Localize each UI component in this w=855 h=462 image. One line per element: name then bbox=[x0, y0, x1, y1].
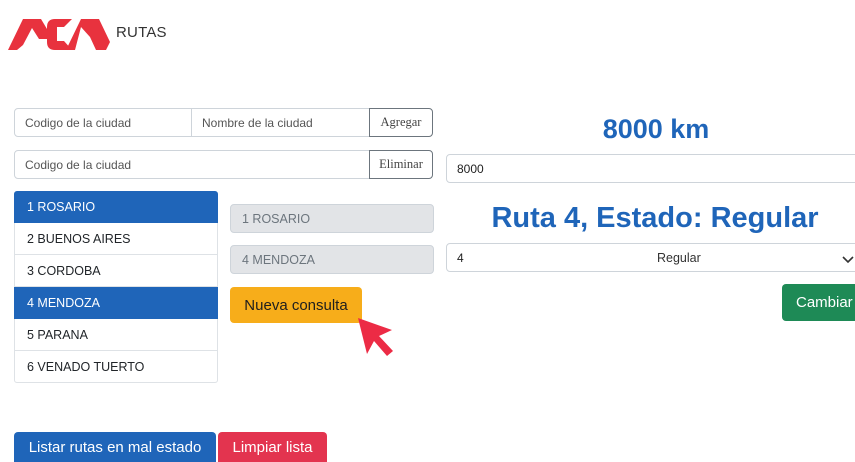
city-name-input[interactable]: Nombre de la ciudad bbox=[192, 108, 370, 137]
change-status-button[interactable]: Cambiar bbox=[782, 284, 855, 321]
chevron-down-icon bbox=[842, 252, 854, 264]
remove-city-button[interactable]: Eliminar bbox=[369, 150, 433, 179]
aca-logo bbox=[6, 14, 110, 52]
clear-list-button[interactable]: Limpiar lista bbox=[218, 432, 327, 462]
list-item-cordoba[interactable]: 3 CORDOBA bbox=[14, 255, 218, 287]
distance-input[interactable]: 8000 bbox=[446, 154, 855, 183]
add-city-button[interactable]: Agregar bbox=[369, 108, 433, 137]
origin-city-field: 1 ROSARIO bbox=[230, 204, 434, 233]
list-item-buenos-aires[interactable]: 2 BUENOS AIRES bbox=[14, 223, 218, 255]
list-item-rosario[interactable]: 1 ROSARIO bbox=[14, 191, 218, 223]
city-name-placeholder: Nombre de la ciudad bbox=[202, 115, 313, 130]
destination-city-field: 4 MENDOZA bbox=[230, 245, 434, 274]
route-number-input[interactable]: 4 bbox=[446, 243, 648, 272]
list-bad-routes-button[interactable]: Listar rutas en mal estado bbox=[14, 432, 216, 462]
city-code-input[interactable]: Codigo de la ciudad bbox=[14, 108, 192, 137]
distance-heading: 8000 km bbox=[602, 114, 710, 144]
remove-city-code-input[interactable]: Codigo de la ciudad bbox=[14, 150, 370, 179]
page-title: RUTAS bbox=[116, 24, 167, 41]
route-status-select[interactable]: Regular bbox=[647, 243, 855, 272]
route-status-value: Regular bbox=[657, 250, 701, 265]
new-query-button[interactable]: Nueva consulta bbox=[230, 287, 362, 323]
list-item-parana[interactable]: 5 PARANA bbox=[14, 319, 218, 351]
mouse-pointer-icon bbox=[352, 314, 398, 358]
list-item-mendoza[interactable]: 4 MENDOZA bbox=[14, 287, 218, 319]
city-list: 1 ROSARIO 2 BUENOS AIRES 3 CORDOBA 4 MEN… bbox=[14, 191, 218, 383]
route-heading: Ruta 4, Estado: Regular bbox=[491, 202, 819, 234]
list-item-venado-tuerto[interactable]: 6 VENADO TUERTO bbox=[14, 351, 218, 383]
city-code-placeholder: Codigo de la ciudad bbox=[25, 115, 132, 130]
remove-city-code-placeholder: Codigo de la ciudad bbox=[25, 157, 132, 172]
